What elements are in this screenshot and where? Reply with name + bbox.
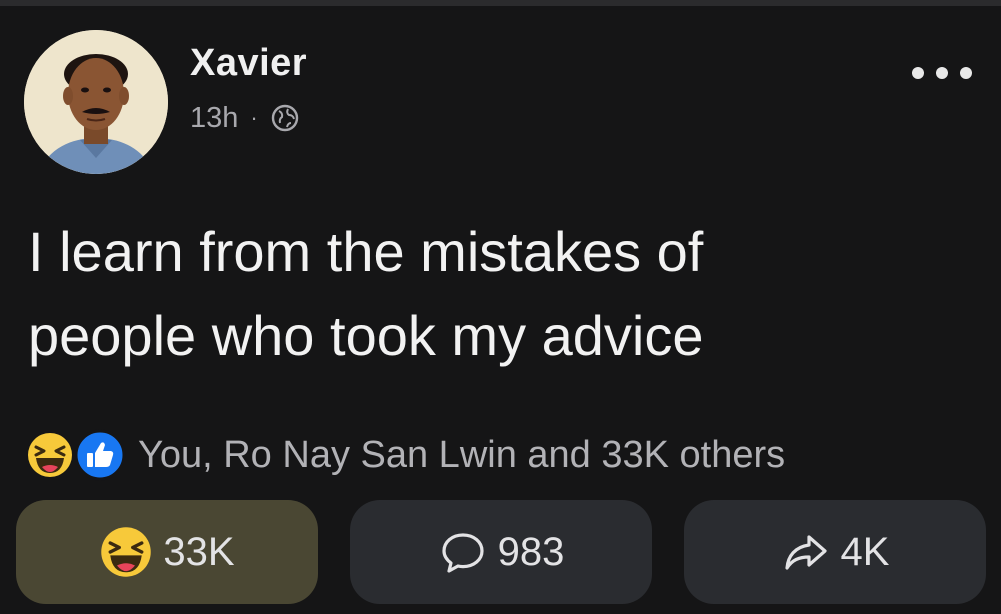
reactions-summary[interactable]: You, Ro Nay San Lwin and 33K others bbox=[26, 428, 785, 482]
reaction-summary-text[interactable]: You, Ro Nay San Lwin and 33K others bbox=[138, 434, 785, 477]
reaction-icons bbox=[26, 428, 130, 482]
post-text: I learn from the mistakes of people who … bbox=[28, 210, 978, 378]
haha-reaction-icon bbox=[101, 527, 152, 577]
more-dot bbox=[936, 67, 948, 79]
post-meta: 13h · bbox=[190, 98, 300, 138]
haha-reaction-icon bbox=[28, 433, 72, 477]
comment-button[interactable]: 983 bbox=[350, 500, 652, 604]
post-text-line: I learn from the mistakes of bbox=[28, 220, 704, 283]
avatar[interactable] bbox=[24, 30, 168, 174]
globe-icon bbox=[271, 104, 298, 132]
more-dot bbox=[912, 67, 924, 79]
comment-count: 983 bbox=[497, 529, 565, 574]
top-divider bbox=[0, 0, 1001, 6]
author-name[interactable]: Xavier bbox=[190, 42, 307, 85]
avatar-photo bbox=[24, 30, 168, 174]
more-dot bbox=[960, 67, 972, 79]
post-text-line: people who took my advice bbox=[28, 304, 704, 367]
post-timestamp[interactable]: 13h bbox=[190, 102, 238, 135]
comment-icon bbox=[442, 533, 484, 573]
post-card: Xavier 13h · I learn from the mistakes o… bbox=[0, 0, 1001, 614]
like-reaction-icon bbox=[74, 429, 126, 481]
share-button[interactable]: 4K bbox=[684, 500, 986, 604]
react-button[interactable]: 33K bbox=[16, 500, 318, 604]
share-icon bbox=[784, 535, 827, 570]
more-options-icon[interactable] bbox=[912, 58, 972, 88]
share-count: 4K bbox=[840, 529, 890, 574]
meta-separator: · bbox=[250, 105, 258, 130]
reaction-count: 33K bbox=[163, 529, 235, 574]
